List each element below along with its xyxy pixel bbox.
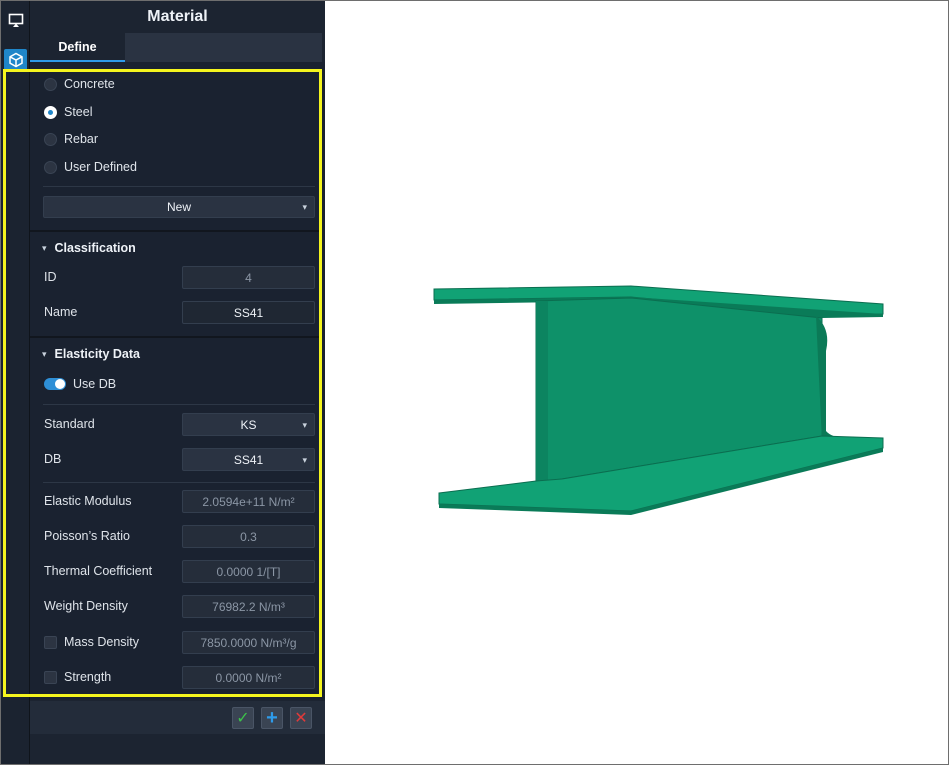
standard-value: KS (240, 417, 257, 432)
radio-label: Steel (64, 105, 93, 119)
id-field[interactable]: 4 (182, 266, 315, 289)
db-value: SS41 (233, 452, 264, 467)
preset-dropdown[interactable]: New ▾ (43, 196, 315, 218)
radio-user-defined[interactable]: User Defined (44, 160, 137, 174)
chevron-down-icon: ▾ (42, 348, 47, 359)
panel-title: Material (30, 1, 325, 33)
divider (43, 186, 315, 187)
classification-header[interactable]: ▾ Classification (42, 241, 136, 255)
poisson-ratio-field[interactable]: 0.3 (182, 525, 315, 548)
confirm-button[interactable]: ✓ (232, 707, 254, 729)
mass-density-row[interactable]: Mass Density (44, 635, 139, 649)
db-label: DB (44, 452, 62, 466)
mass-density-checkbox[interactable] (44, 635, 57, 649)
strength-checkbox[interactable] (44, 670, 57, 684)
use-db-label: Use DB (73, 377, 117, 391)
db-dropdown[interactable]: SS41 ▾ (182, 448, 315, 471)
strength-row[interactable]: Strength (44, 670, 111, 684)
standard-label: Standard (44, 417, 95, 431)
radio-button-selected[interactable] (44, 105, 57, 119)
chevron-down-icon: ▾ (302, 455, 307, 465)
radio-label: User Defined (64, 160, 137, 174)
name-field[interactable]: SS41 (182, 301, 315, 324)
mass-density-label: Mass Density (64, 635, 140, 649)
section-divider (30, 230, 320, 232)
id-label: ID (44, 270, 57, 284)
divider (43, 404, 315, 405)
divider (43, 482, 315, 483)
section-title: Elasticity Data (54, 347, 140, 361)
radio-concrete[interactable]: Concrete (44, 77, 115, 91)
section-title: Classification (54, 241, 136, 255)
chevron-down-icon: ▾ (302, 202, 307, 212)
chevron-down-icon: ▾ (302, 420, 307, 430)
name-label: Name (44, 305, 78, 319)
mass-density-field[interactable]: 7850.0000 N/m³/g (182, 631, 315, 654)
plus-icon: + (266, 706, 278, 729)
use-db-toggle-row[interactable]: Use DB (44, 377, 116, 391)
preset-value: New (166, 200, 191, 214)
thermal-coefficient-label: Thermal Coefficient (44, 564, 153, 578)
cube-icon[interactable] (4, 49, 27, 71)
elastic-modulus-field[interactable]: 2.0594e+11 N/m² (182, 490, 315, 513)
elastic-modulus-label: Elastic Modulus (44, 494, 132, 508)
3d-viewport[interactable] (326, 1, 948, 764)
elasticity-header[interactable]: ▾ Elasticity Data (42, 347, 140, 361)
poisson-ratio-label: Poisson’s Ratio (44, 529, 130, 543)
use-db-toggle[interactable] (44, 378, 66, 390)
strength-label: Strength (64, 670, 112, 684)
radio-button[interactable] (44, 132, 57, 146)
tab-bar: Define (30, 33, 322, 62)
radio-button[interactable] (44, 77, 57, 91)
chevron-down-icon: ▾ (42, 242, 47, 253)
radio-label: Concrete (64, 77, 115, 91)
radio-label: Rebar (64, 132, 99, 146)
tab-define[interactable]: Define (30, 33, 125, 62)
tool-rail (1, 1, 30, 764)
weight-density-label: Weight Density (44, 599, 128, 613)
i-beam-model (433, 285, 884, 515)
close-icon: ✕ (294, 710, 308, 727)
radio-steel[interactable]: Steel (44, 105, 93, 119)
section-divider (30, 336, 320, 338)
strength-field[interactable]: 0.0000 N/m² (182, 666, 315, 689)
add-button[interactable]: + (261, 707, 283, 729)
material-panel: Material Define Concrete Steel Rebar Use… (30, 1, 325, 764)
weight-density-field[interactable]: 76982.2 N/m³ (182, 595, 315, 618)
display-icon[interactable] (4, 9, 27, 31)
check-icon: ✓ (236, 710, 250, 727)
radio-rebar[interactable]: Rebar (44, 132, 98, 146)
panel-content: Concrete Steel Rebar User Defined New ▾ … (30, 62, 325, 699)
cancel-button[interactable]: ✕ (290, 707, 312, 729)
radio-button[interactable] (44, 160, 57, 174)
thermal-coefficient-field[interactable]: 0.0000 1/[T] (182, 560, 315, 583)
standard-dropdown[interactable]: KS ▾ (182, 413, 315, 436)
